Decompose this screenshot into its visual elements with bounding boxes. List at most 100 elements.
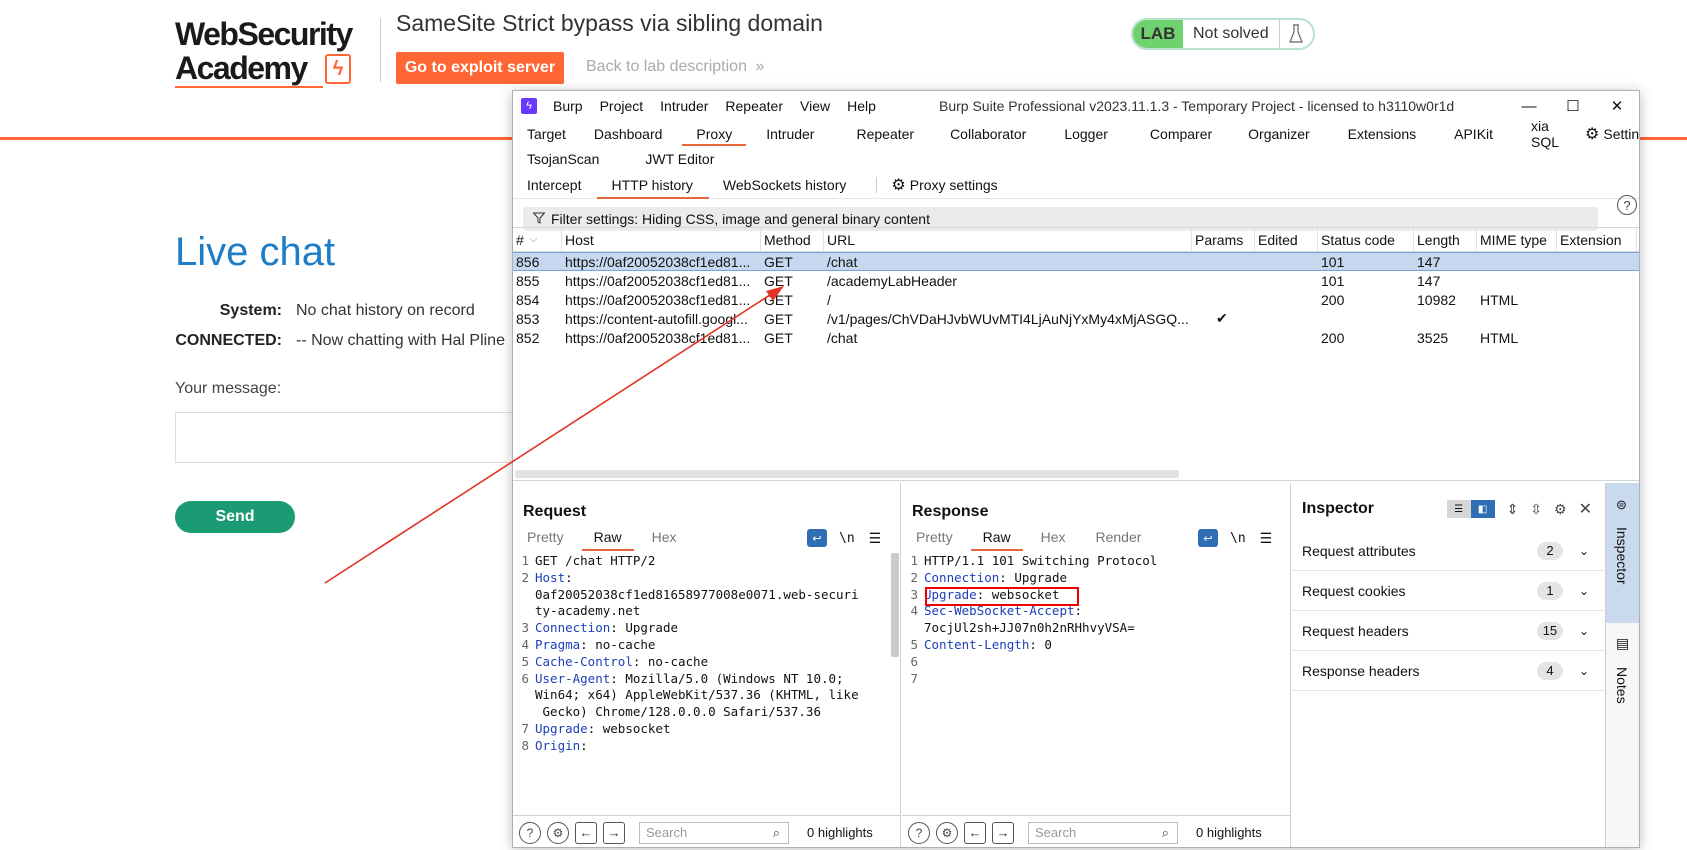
- column-header-mime[interactable]: MIME type: [1477, 227, 1557, 252]
- tab-hex[interactable]: Hex: [652, 529, 677, 549]
- inspector-section-request-headers[interactable]: Request headers 15 ⌄: [1292, 611, 1607, 651]
- arrow-right-icon[interactable]: →: [992, 821, 1014, 844]
- word-wrap-icon[interactable]: ↩: [807, 529, 827, 547]
- proxy-settings-button[interactable]: ⚙ Proxy settings: [891, 171, 1013, 199]
- table-row[interactable]: 854 https://0af20052038cf1ed81... GET / 200 1…: [513, 290, 1639, 309]
- inspector-section-request-attributes[interactable]: Request attributes 2 ⌄: [1292, 531, 1607, 571]
- tab-render[interactable]: Render: [1096, 529, 1142, 549]
- column-header-edited[interactable]: Edited: [1255, 227, 1318, 252]
- window-controls: — ☐ ✕: [1507, 91, 1639, 121]
- tab-raw[interactable]: Raw: [970, 529, 1023, 551]
- split-view-icon[interactable]: ◧: [1470, 500, 1495, 518]
- word-wrap-icon[interactable]: ↩: [1198, 529, 1218, 547]
- send-button[interactable]: Send: [175, 501, 295, 533]
- arrow-right-icon[interactable]: →: [603, 821, 625, 844]
- menu-repeater[interactable]: Repeater: [725, 98, 783, 114]
- show-newlines-icon[interactable]: \n: [1230, 531, 1246, 546]
- column-header-number[interactable]: # ⌵: [513, 227, 562, 252]
- gear-icon: ⚙: [891, 176, 906, 194]
- column-header-extension[interactable]: Extension: [1557, 227, 1637, 252]
- tab-proxy[interactable]: Proxy: [676, 121, 752, 146]
- close-icon[interactable]: ✕: [1595, 91, 1639, 121]
- column-header-host[interactable]: Host: [562, 227, 761, 252]
- tab-jwt-editor[interactable]: JWT Editor: [631, 146, 728, 171]
- tab-pretty[interactable]: Pretty: [916, 529, 953, 549]
- inspector-section-response-headers[interactable]: Response headers 4 ⌄: [1292, 651, 1607, 691]
- tab-extensions[interactable]: Extensions: [1334, 121, 1440, 146]
- sidebar-tab-inspector[interactable]: ⊜ Inspector: [1606, 483, 1639, 623]
- tab-http-history[interactable]: HTTP history: [597, 171, 710, 199]
- sidebar-inspector-label: Inspector: [1614, 527, 1630, 585]
- table-row[interactable]: 852 https://0af20052038cf1ed81... GET/chat…: [513, 328, 1639, 347]
- tab-hex[interactable]: Hex: [1041, 529, 1066, 549]
- section-label: Response headers: [1302, 662, 1420, 679]
- chevron-down-icon: ⌄: [1578, 583, 1589, 598]
- minimize-icon[interactable]: —: [1507, 91, 1551, 121]
- help-icon[interactable]: ?: [519, 821, 541, 844]
- show-newlines-icon[interactable]: \n: [839, 531, 855, 546]
- menu-intruder[interactable]: Intruder: [660, 98, 708, 114]
- tab-collaborator[interactable]: Collaborator: [936, 121, 1050, 146]
- table-row[interactable]: 856 https://0af20052038cf1ed81... GET/chat…: [513, 252, 1639, 271]
- tab-xia-sql[interactable]: xia SQL: [1517, 118, 1571, 150]
- close-icon[interactable]: ✕: [1579, 499, 1592, 519]
- column-header-method[interactable]: Method: [761, 227, 824, 252]
- menu-help[interactable]: Help: [847, 98, 876, 114]
- tab-organizer[interactable]: Organizer: [1234, 121, 1333, 146]
- web-security-academy-logo[interactable]: WebSecurity Academy ϟ: [175, 14, 375, 88]
- search-input[interactable]: Search ⌕: [1028, 821, 1178, 844]
- tab-pretty[interactable]: Pretty: [527, 529, 564, 549]
- settings-gear-icon[interactable]: ⚙: [936, 821, 958, 844]
- table-row[interactable]: 855 https://0af20052038cf1ed81... GET/acad…: [513, 271, 1639, 290]
- column-header-status[interactable]: Status code: [1318, 227, 1414, 252]
- header-name: Cache-Control: [535, 653, 633, 669]
- menu-icon[interactable]: ☰: [1260, 530, 1273, 547]
- inspector-section-request-cookies[interactable]: Request cookies 1 ⌄: [1292, 571, 1607, 611]
- help-icon[interactable]: ?: [1617, 195, 1637, 215]
- live-chat-heading: Live chat: [175, 230, 336, 274]
- response-editor[interactable]: 1 HTTP/1.1 101 Switching Protocol 2 Connect…: [902, 553, 1290, 687]
- arrow-left-icon[interactable]: ←: [575, 821, 597, 844]
- lab-status-text: Not solved: [1183, 20, 1280, 48]
- tab-intercept[interactable]: Intercept: [527, 171, 597, 199]
- tab-logger[interactable]: Logger: [1050, 121, 1136, 146]
- menu-view[interactable]: View: [800, 98, 830, 114]
- go-to-exploit-server-button[interactable]: Go to exploit server: [396, 52, 564, 84]
- menu-project[interactable]: Project: [600, 98, 644, 114]
- help-icon[interactable]: ?: [908, 821, 930, 844]
- search-input[interactable]: Search ⌕: [639, 821, 789, 844]
- column-header-length[interactable]: Length: [1414, 227, 1477, 252]
- tab-settings[interactable]: ⚙ Settings: [1571, 121, 1639, 146]
- maximize-icon[interactable]: ☐: [1551, 91, 1595, 121]
- settings-gear-icon[interactable]: ⚙: [547, 821, 569, 844]
- tab-repeater[interactable]: Repeater: [842, 121, 936, 146]
- collapse-all-icon[interactable]: ⇳: [1530, 501, 1542, 518]
- request-editor[interactable]: 1 GET /chat HTTP/2 2 Host: 0af20052038cf1ed8…: [513, 553, 900, 755]
- tab-tsojanscan[interactable]: TsojanScan: [527, 146, 631, 171]
- gear-icon[interactable]: ⚙: [1554, 501, 1567, 518]
- sidebar-tab-notes[interactable]: ▤ Notes: [1606, 623, 1639, 723]
- header-divider: [380, 18, 381, 82]
- tab-target[interactable]: Target: [527, 121, 580, 146]
- tab-dashboard[interactable]: Dashboard: [580, 121, 677, 146]
- tab-raw[interactable]: Raw: [581, 529, 634, 551]
- tab-intruder[interactable]: Intruder: [752, 121, 842, 146]
- expand-all-icon[interactable]: ⇕: [1507, 501, 1519, 518]
- column-header-url[interactable]: URL: [824, 227, 1192, 252]
- column-header-params[interactable]: Params: [1192, 227, 1255, 252]
- code-line: 1 HTTP/1.1 101 Switching Protocol: [902, 553, 1290, 570]
- arrow-left-icon[interactable]: ←: [964, 821, 986, 844]
- tab-websockets-history[interactable]: WebSockets history: [723, 171, 862, 199]
- cell-number: 854: [516, 291, 540, 308]
- tab-apikit[interactable]: APIKit: [1440, 121, 1517, 146]
- menu-burp[interactable]: Burp: [553, 98, 583, 114]
- message-input[interactable]: [175, 412, 515, 463]
- table-row[interactable]: 853 https://content-autofill.googl... GET /…: [513, 309, 1639, 328]
- menu-icon[interactable]: ☰: [869, 530, 882, 547]
- tab-comparer[interactable]: Comparer: [1136, 121, 1234, 146]
- chat-message: System: No chat history on record: [175, 302, 475, 320]
- vertical-scrollbar[interactable]: [891, 553, 899, 657]
- back-to-lab-description-link[interactable]: Back to lab description »: [586, 58, 764, 76]
- list-view-icon[interactable]: ☰: [1446, 500, 1471, 518]
- horizontal-scrollbar[interactable]: [515, 470, 1179, 478]
